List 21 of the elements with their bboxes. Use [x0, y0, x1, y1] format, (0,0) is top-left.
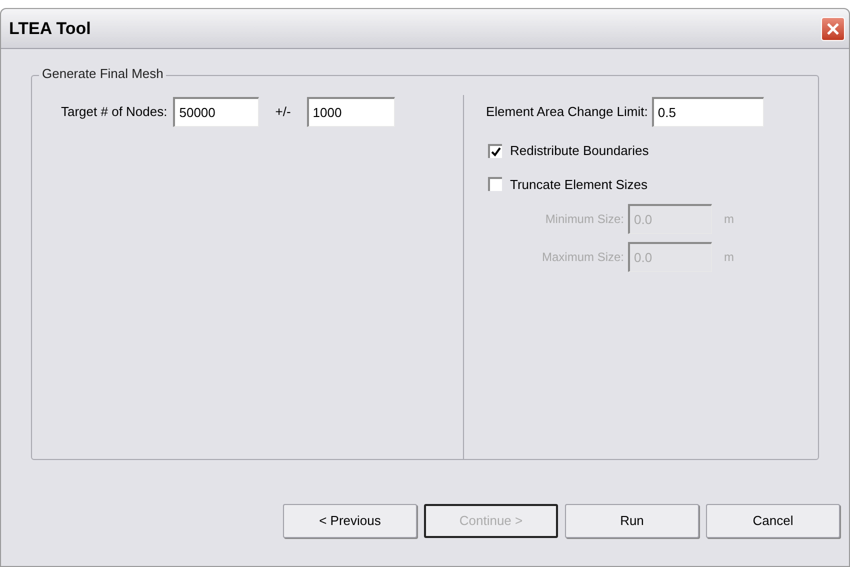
dialog-button[interactable]: Cancel — [706, 504, 840, 538]
check-icon — [491, 146, 501, 157]
dialog-button[interactable]: Run — [565, 504, 699, 538]
area-limit-label: Element Area Change Limit: — [486, 103, 648, 122]
unit-label: m — [724, 211, 734, 228]
unit-label: m — [724, 249, 734, 266]
checkbox[interactable] — [488, 177, 502, 192]
checkbox[interactable] — [488, 144, 502, 158]
window-title: LTEA Tool — [9, 18, 91, 40]
size-label: Minimum Size: — [544, 211, 624, 228]
dialog-button[interactable]: < Previous — [283, 504, 417, 538]
checkbox-label: Redistribute Boundaries — [510, 142, 649, 160]
nodes-field[interactable]: 50000 — [173, 97, 260, 127]
tolerance-label: +/- — [275, 103, 291, 122]
tolerance-field[interactable]: 1000 — [306, 97, 395, 127]
size-label: Maximum Size: — [540, 249, 624, 266]
close-button[interactable] — [821, 16, 845, 40]
nodes-label: Target # of Nodes: — [61, 103, 168, 122]
checkbox-label: Truncate Element Sizes — [510, 176, 648, 194]
area-limit-field[interactable]: 0.5 — [652, 97, 764, 127]
close-icon — [826, 22, 840, 36]
